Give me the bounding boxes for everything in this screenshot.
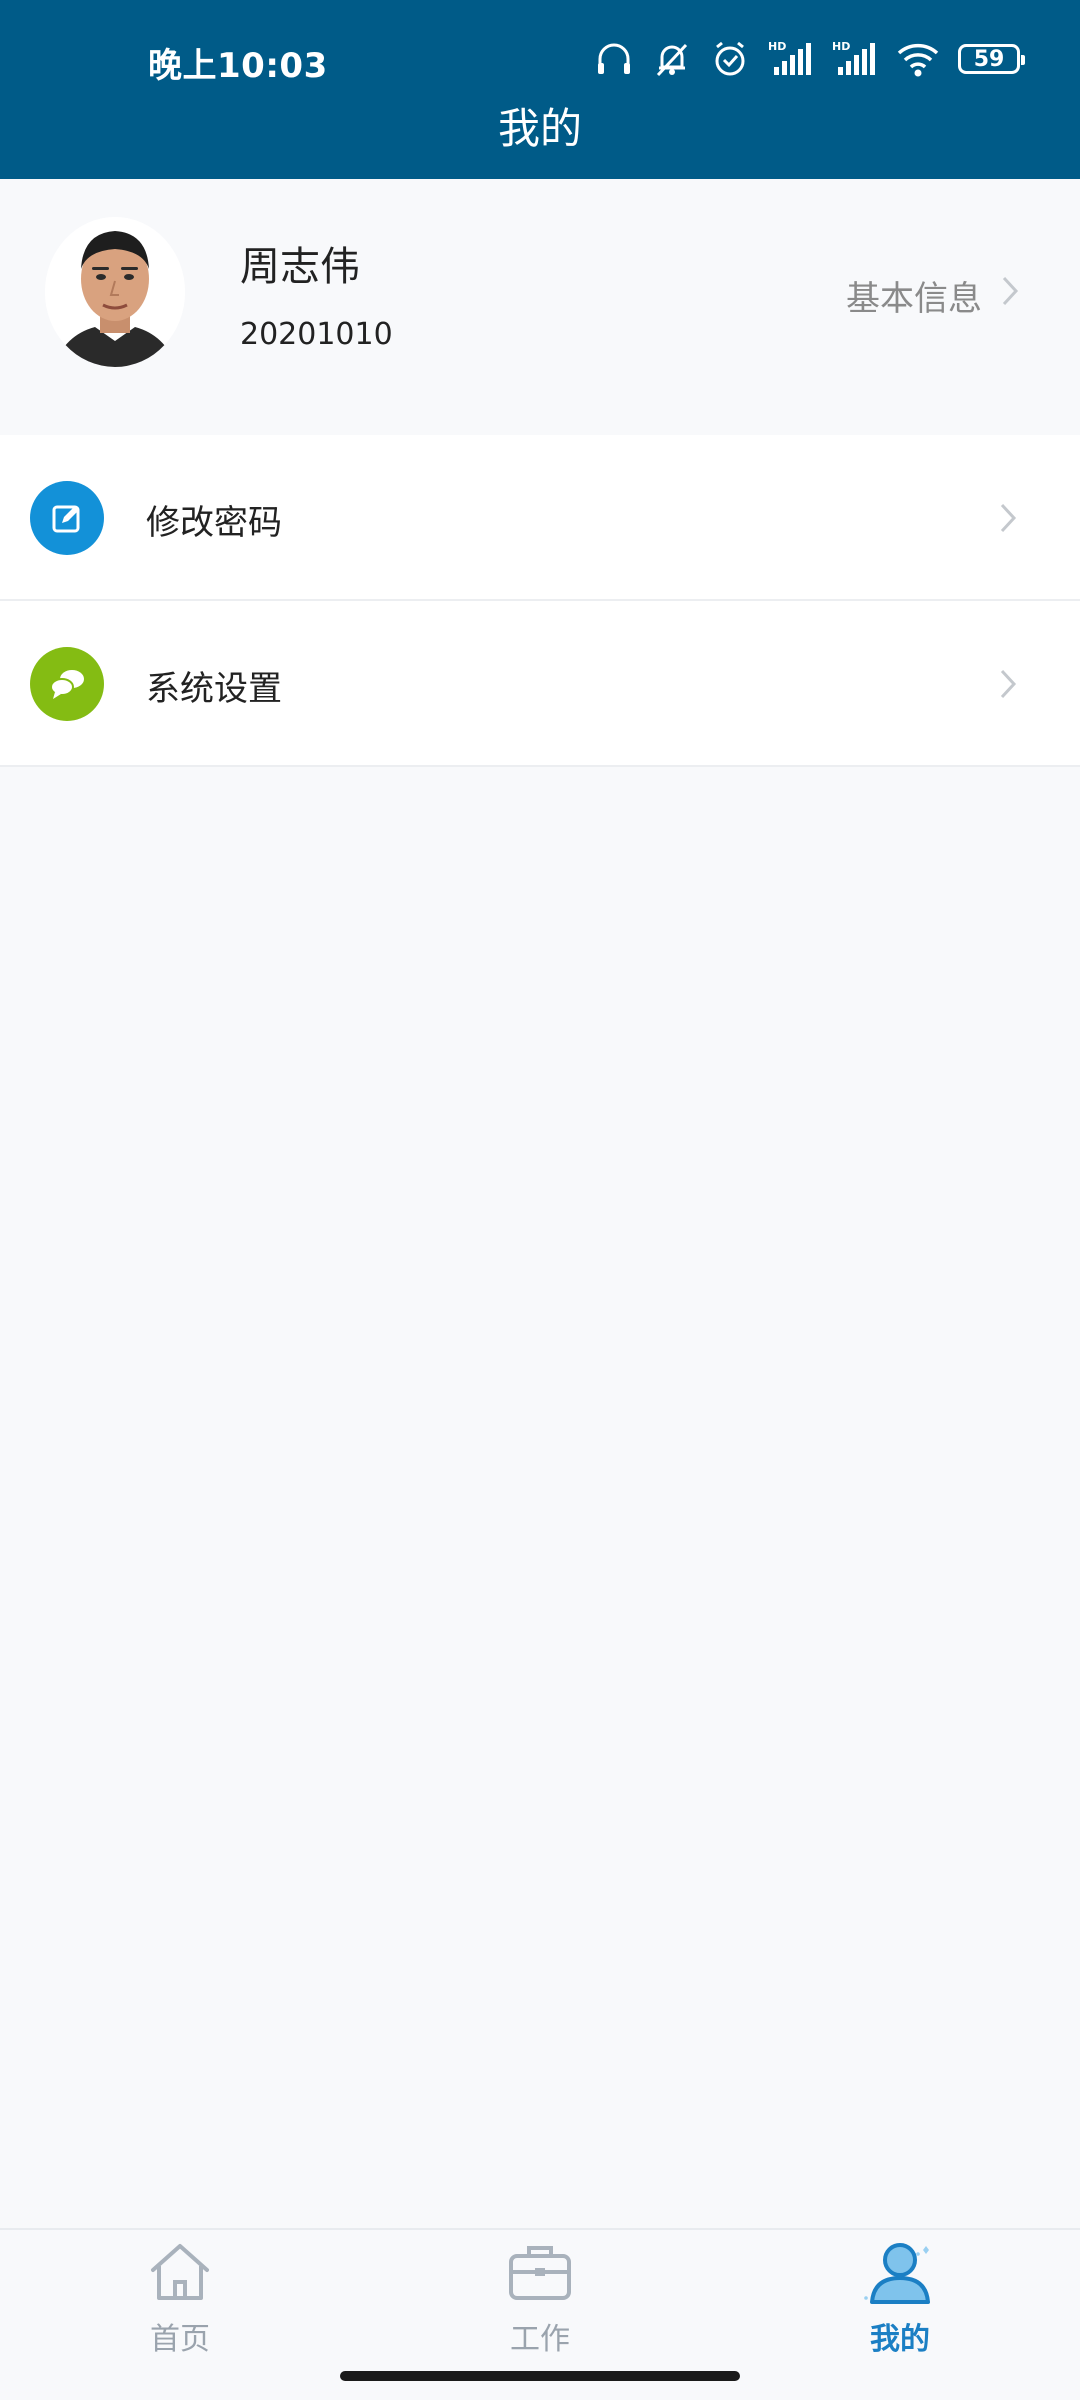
edit-icon — [30, 481, 104, 555]
user-icon — [860, 2240, 940, 2308]
menu-item-system-settings[interactable]: 系统设置 — [0, 601, 1080, 767]
hd-signal-icon: HD — [768, 39, 814, 79]
mute-icon — [652, 39, 692, 79]
home-indicator[interactable] — [340, 2371, 740, 2381]
tab-label: 工作 — [510, 2322, 570, 2357]
headphones-icon — [594, 39, 634, 79]
status-icons: HD HD 59 — [594, 34, 1025, 84]
user-name: 周志伟 — [240, 244, 360, 290]
chevron-right-icon — [1000, 274, 1020, 317]
basic-info-link[interactable]: 基本信息 — [846, 271, 1020, 320]
menu-item-change-password[interactable]: 修改密码 — [0, 435, 1080, 601]
svg-text:HD: HD — [832, 40, 850, 53]
wifi-icon — [896, 39, 940, 79]
chevron-right-icon — [998, 501, 1018, 539]
avatar — [45, 217, 185, 367]
svg-text:HD: HD — [768, 40, 786, 53]
app-header: 晚上10:03 HD HD 59 我的 — [0, 0, 1080, 179]
menu-label: 系统设置 — [146, 669, 282, 709]
tab-me[interactable]: 我的 — [820, 2240, 980, 2360]
menu-label: 修改密码 — [146, 503, 282, 543]
settings-menu: 修改密码 系统设置 — [0, 435, 1080, 767]
basic-info-label: 基本信息 — [846, 279, 982, 319]
status-time: 晚上10:03 — [148, 46, 328, 86]
user-id: 20201010 — [240, 317, 393, 352]
battery-icon: 59 — [958, 44, 1025, 74]
profile-card[interactable]: 周志伟 20201010 基本信息 — [0, 179, 1080, 411]
tab-home[interactable]: 首页 — [100, 2240, 260, 2360]
chevron-right-icon — [998, 667, 1018, 705]
alarm-icon — [710, 39, 750, 79]
battery-level: 59 — [973, 46, 1005, 72]
page-title: 我的 — [497, 104, 582, 153]
hd-signal-icon: HD — [832, 39, 878, 79]
chat-bubbles-icon — [30, 647, 104, 721]
tab-label: 首页 — [150, 2322, 210, 2357]
tab-work[interactable]: 工作 — [460, 2240, 620, 2360]
home-icon — [145, 2240, 215, 2308]
briefcase-icon — [505, 2240, 575, 2308]
tab-label: 我的 — [870, 2322, 930, 2357]
